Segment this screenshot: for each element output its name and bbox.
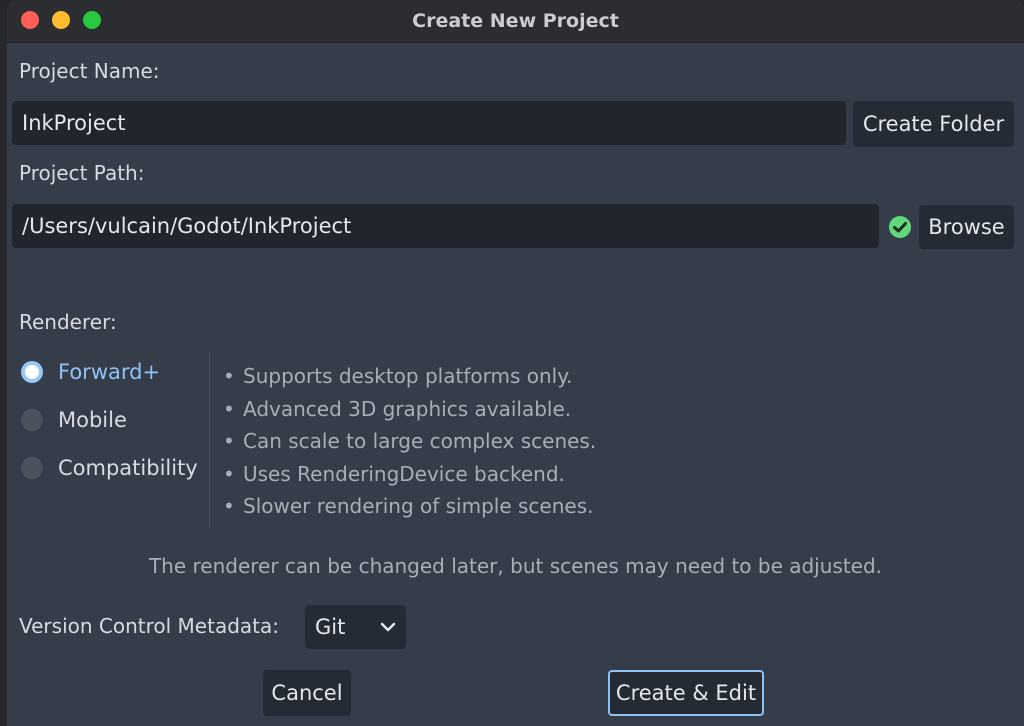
feature-item: • Slower rendering of simple scenes. bbox=[223, 494, 594, 518]
check-circle-icon bbox=[889, 216, 911, 238]
renderer-label: Renderer: bbox=[19, 310, 117, 334]
feature-item: • Supports desktop platforms only. bbox=[223, 364, 573, 388]
vcs-select[interactable]: Git bbox=[305, 605, 406, 649]
create-folder-button[interactable]: Create Folder bbox=[853, 101, 1014, 147]
radio-forward-plus-label[interactable]: Forward+ bbox=[58, 359, 160, 385]
vcs-selected-value: Git bbox=[315, 615, 346, 639]
project-path-label: Project Path: bbox=[19, 161, 145, 185]
project-name-input[interactable]: InkProject bbox=[12, 101, 846, 145]
create-and-edit-button[interactable]: Create & Edit bbox=[608, 670, 764, 716]
cancel-button[interactable]: Cancel bbox=[263, 670, 351, 716]
renderer-note: The renderer can be changed later, but s… bbox=[148, 554, 883, 578]
feature-item: • Advanced 3D graphics available. bbox=[223, 396, 572, 421]
radio-mobile[interactable] bbox=[21, 409, 43, 431]
vcs-label: Version Control Metadata: bbox=[19, 614, 279, 638]
project-path-input[interactable]: /Users/vulcain/Godot/InkProject bbox=[12, 204, 879, 248]
radio-compatibility-label[interactable]: Compatibility bbox=[58, 455, 198, 481]
browse-button[interactable]: Browse bbox=[919, 205, 1014, 249]
create-project-dialog: Create New Project Project Name: InkProj… bbox=[7, 0, 1024, 726]
chevron-down-icon bbox=[380, 622, 396, 632]
radio-forward-plus[interactable] bbox=[21, 361, 43, 383]
renderer-feature-list: • Supports desktop platforms only. • Advan… bbox=[223, 360, 596, 523]
radio-mobile-label[interactable]: Mobile bbox=[58, 407, 127, 433]
window-title: Create New Project bbox=[412, 10, 619, 32]
feature-item: • Can scale to large complex scenes. bbox=[223, 429, 597, 453]
project-name-label: Project Name: bbox=[19, 59, 160, 83]
feature-item: • Uses RenderingDevice backend. bbox=[223, 461, 565, 486]
radio-compatibility[interactable] bbox=[21, 457, 43, 479]
renderer-divider bbox=[209, 352, 210, 528]
title-bar[interactable]: Create New Project bbox=[7, 0, 1024, 43]
